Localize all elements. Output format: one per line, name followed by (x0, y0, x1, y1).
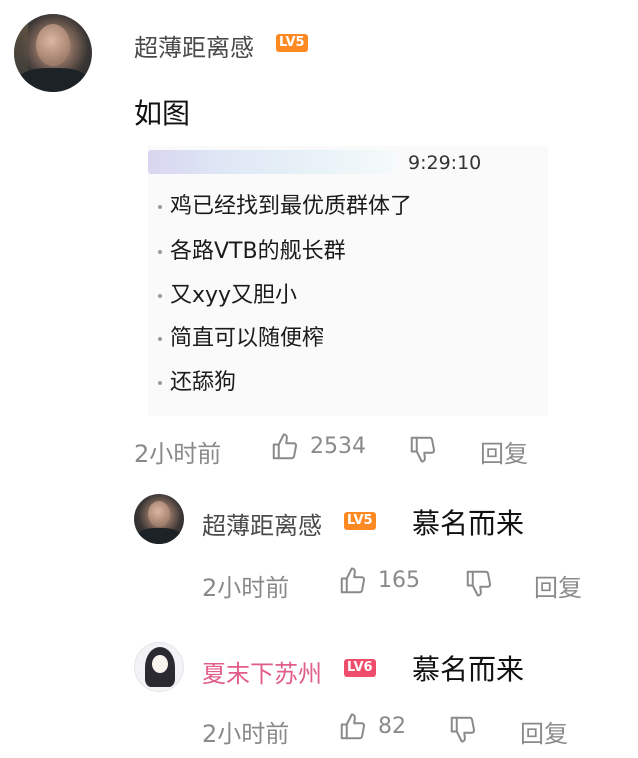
level-badge: LV6 (344, 659, 376, 677)
chat-message: 还舔狗 (158, 364, 236, 396)
chat-message: 各路VTB的舰长群 (158, 233, 346, 265)
chat-message: 简直可以随便榨 (158, 320, 324, 352)
message-time: 9:29:10 (408, 152, 482, 174)
avatar[interactable] (14, 14, 92, 92)
blurred-header (148, 150, 398, 174)
thumbs-down-icon[interactable] (464, 568, 494, 598)
reply-button[interactable]: 回复 (520, 714, 568, 749)
comment-image[interactable]: 9:29:10 鸡已经找到最优质群体了 各路VTB的舰长群 又xyy又胆小 简直… (148, 146, 548, 416)
reply-text: 慕名而来 (412, 653, 525, 686)
level-badge: LV5 (276, 34, 308, 52)
level-badge: LV5 (344, 512, 376, 530)
avatar[interactable] (134, 642, 184, 692)
reply-text: 慕名而来 (412, 507, 525, 540)
reply-time: 2小时前 (202, 574, 290, 602)
thumbs-down-icon[interactable] (408, 434, 438, 464)
avatar[interactable] (134, 494, 184, 544)
thumbs-down-icon[interactable] (448, 714, 478, 744)
like-count: 165 (378, 568, 420, 593)
like-count: 82 (378, 714, 406, 739)
reply-time: 2小时前 (202, 720, 290, 748)
username[interactable]: 超薄距离感 (202, 506, 322, 541)
thumbs-up-icon[interactable] (270, 432, 300, 462)
reply-button[interactable]: 回复 (480, 434, 528, 469)
username[interactable]: 超薄距离感 (134, 28, 254, 63)
comment-text: 如图 (134, 97, 191, 130)
chat-message: 又xyy又胆小 (158, 277, 297, 309)
reply-button[interactable]: 回复 (534, 568, 582, 603)
comment-time: 2小时前 (134, 440, 222, 468)
thumbs-up-icon[interactable] (338, 712, 368, 742)
like-count: 2534 (310, 434, 366, 459)
username[interactable]: 夏末下苏州 (202, 654, 322, 689)
thumbs-up-icon[interactable] (338, 566, 368, 596)
chat-message: 鸡已经找到最优质群体了 (158, 188, 412, 220)
